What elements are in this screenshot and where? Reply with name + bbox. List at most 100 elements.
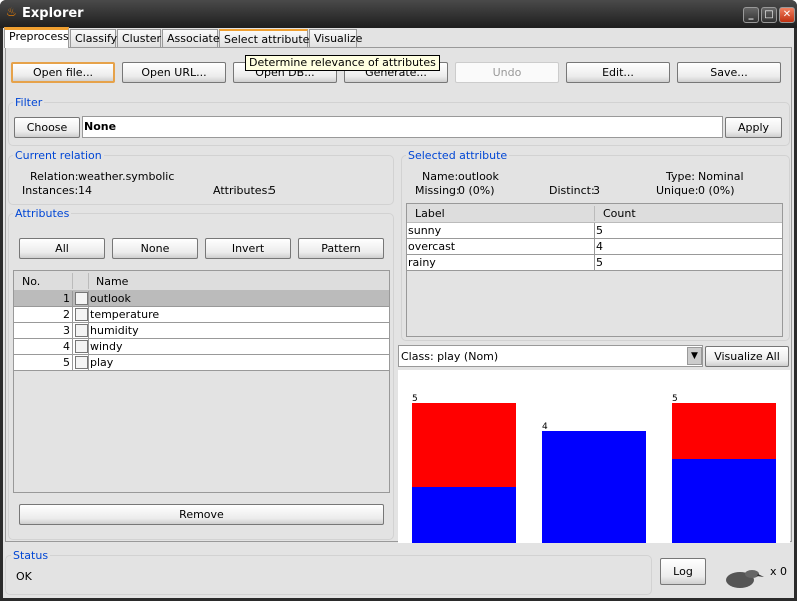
window-title: Explorer — [22, 6, 84, 21]
attribute-name: humidity — [90, 324, 139, 337]
class-select-value: Class: play (Nom) — [401, 350, 499, 363]
label-count-row[interactable]: sunny 5 — [407, 223, 782, 239]
save-button[interactable]: Save... — [677, 62, 781, 83]
open-file-button[interactable]: Open file... — [11, 62, 115, 83]
tab-visualize[interactable]: Visualize — [309, 29, 362, 47]
relation-label: Relation: — [30, 170, 79, 183]
invert-selection-button[interactable]: Invert — [205, 238, 291, 259]
title-bar: ♨ Explorer _ □ ✕ — [0, 0, 797, 28]
distinct-label: Distinct: — [549, 184, 595, 197]
weka-bird-icon — [726, 570, 764, 588]
unique-value: 0 (0%) — [698, 184, 735, 197]
label-count-table: Label Count sunny 5 overcast 4 rainy 5 — [406, 203, 783, 337]
type-label: Type: — [666, 170, 695, 183]
bar-total-label: 4 — [542, 422, 548, 432]
bar-sunny-series-1 — [412, 403, 516, 487]
name-value: outlook — [458, 170, 499, 183]
filter-field[interactable]: None — [82, 116, 723, 138]
bar-total-label: 5 — [412, 394, 418, 404]
remove-button[interactable]: Remove — [19, 504, 384, 525]
attribute-checkbox[interactable] — [75, 324, 88, 337]
class-select[interactable]: Class: play (Nom) ▼ — [398, 345, 703, 367]
label-count-row[interactable]: rainy 5 — [407, 255, 782, 271]
log-button[interactable]: Log — [660, 558, 706, 585]
attribute-no: 2 — [63, 308, 70, 321]
instances-value: 14 — [78, 184, 92, 197]
attribute-checkbox[interactable] — [75, 292, 88, 305]
bar-total-label: 5 — [672, 394, 678, 404]
selected-attribute-title: Selected attribute — [406, 149, 510, 162]
status-title: Status — [11, 549, 51, 562]
attributes-count-value: 5 — [269, 184, 276, 197]
missing-value: 0 (0%) — [458, 184, 495, 197]
attribute-no: 3 — [63, 324, 70, 337]
attribute-no: 5 — [63, 356, 70, 369]
tooltip: Determine relevance of attributes — [245, 55, 440, 71]
select-none-button[interactable]: None — [112, 238, 198, 259]
attributes-title: Attributes — [13, 207, 72, 220]
attribute-no: 1 — [63, 292, 70, 305]
attribute-row[interactable]: 5 play — [14, 355, 389, 371]
edit-button[interactable]: Edit... — [566, 62, 670, 83]
tab-preprocess[interactable]: Preprocess — [4, 27, 69, 48]
undo-button[interactable]: Undo — [455, 62, 559, 83]
visualize-all-button[interactable]: Visualize All — [705, 346, 789, 367]
attribute-row[interactable]: 3 humidity — [14, 323, 389, 339]
missing-label: Missing: — [415, 184, 460, 197]
attributes-table: No. Name 1 outlook 2 temperature 3 humidit… — [13, 270, 390, 493]
current-relation-title: Current relation — [13, 149, 104, 162]
close-button[interactable]: ✕ — [779, 7, 795, 23]
tab-classify[interactable]: Classify — [70, 29, 117, 47]
relation-value: weather.symbolic — [78, 170, 175, 183]
column-header-name[interactable]: Name — [96, 275, 128, 288]
bar-rainy-series-1 — [672, 403, 776, 459]
label-count-header: Label Count — [407, 204, 782, 223]
value-count: 5 — [596, 256, 603, 269]
tab-select-attributes[interactable]: Select attributes — [219, 29, 315, 47]
value-count: 5 — [596, 224, 603, 237]
attribute-row[interactable]: 1 outlook — [14, 291, 389, 307]
tab-cluster[interactable]: Cluster — [117, 29, 161, 47]
open-url-button[interactable]: Open URL... — [122, 62, 226, 83]
select-all-button[interactable]: All — [19, 238, 105, 259]
attribute-row[interactable]: 2 temperature — [14, 307, 389, 323]
distinct-value: 3 — [593, 184, 600, 197]
pattern-button[interactable]: Pattern — [298, 238, 384, 259]
java-cup-icon: ♨ — [6, 5, 17, 19]
tab-associate[interactable]: Associate — [162, 29, 220, 47]
chevron-down-icon[interactable]: ▼ — [687, 347, 702, 365]
bar-overcast-series-0 — [542, 431, 646, 543]
unique-label: Unique: — [656, 184, 699, 197]
status-group — [5, 555, 652, 595]
attribute-name: windy — [90, 340, 123, 353]
name-label: Name: — [422, 170, 459, 183]
attribute-name: outlook — [90, 292, 131, 305]
attribute-name: temperature — [90, 308, 160, 321]
task-count: x 0 — [770, 565, 788, 578]
value-label: rainy — [408, 256, 436, 269]
bar-rainy-series-0 — [672, 459, 776, 543]
column-header-count[interactable]: Count — [603, 207, 636, 220]
column-header-no[interactable]: No. — [22, 275, 40, 288]
status-text: OK — [16, 570, 32, 583]
filter-title: Filter — [13, 96, 45, 109]
attributes-count-label: Attributes: — [213, 184, 272, 197]
value-count: 4 — [596, 240, 603, 253]
label-count-row[interactable]: overcast 4 — [407, 239, 782, 255]
column-header-label[interactable]: Label — [415, 207, 445, 220]
apply-filter-button[interactable]: Apply — [725, 117, 782, 138]
value-label: overcast — [408, 240, 456, 253]
instances-label: Instances: — [22, 184, 79, 197]
minimize-button[interactable]: _ — [743, 7, 759, 23]
attribute-row[interactable]: 4 windy — [14, 339, 389, 355]
attribute-no: 4 — [63, 340, 70, 353]
attribute-name: play — [90, 356, 114, 369]
maximize-button[interactable]: □ — [761, 7, 777, 23]
attribute-checkbox[interactable] — [75, 308, 88, 321]
type-value: Nominal — [698, 170, 744, 183]
attribute-checkbox[interactable] — [75, 340, 88, 353]
attribute-checkbox[interactable] — [75, 356, 88, 369]
choose-filter-button[interactable]: Choose — [14, 117, 80, 138]
attributes-table-header: No. Name — [14, 271, 389, 291]
bar-sunny-series-0 — [412, 487, 516, 543]
